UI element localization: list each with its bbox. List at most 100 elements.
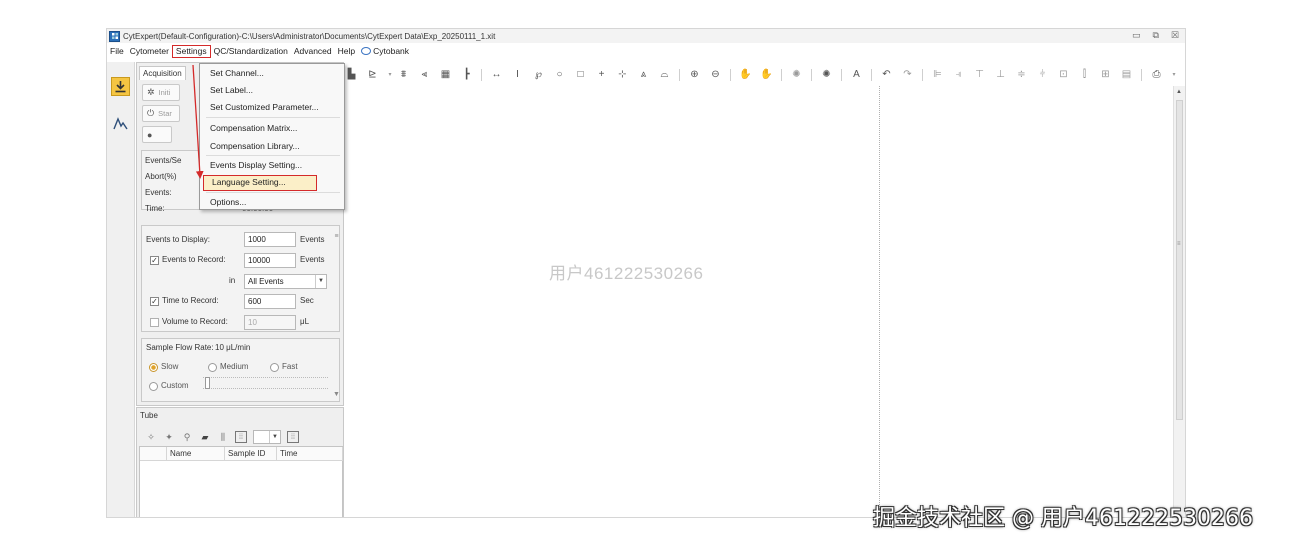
contour-plot-icon[interactable]: ⫷ xyxy=(418,69,431,82)
align-right-icon[interactable]: ⫣ xyxy=(952,69,965,82)
rate-medium-radio[interactable] xyxy=(208,363,217,372)
tube-settings-icon[interactable]: ⚲ xyxy=(181,431,193,443)
menu-settings[interactable]: Settings xyxy=(171,45,211,58)
events-to-display-input[interactable]: 1000 xyxy=(244,232,296,247)
align-middle-icon[interactable]: ⫩ xyxy=(1036,69,1049,82)
quadrant-gate-icon[interactable]: + xyxy=(595,69,608,82)
distribute-horizontal-icon[interactable]: ⊡ xyxy=(1057,69,1070,82)
watermark-text: 用户461222530266 xyxy=(549,264,704,283)
panel-scroll-grip-icon[interactable]: ≡ xyxy=(332,233,341,240)
hinged-quadrant-icon[interactable]: ⊹ xyxy=(616,69,629,82)
power-icon: ⏻ xyxy=(147,108,155,118)
distribute-vertical-icon[interactable]: ⫿ xyxy=(1078,69,1091,82)
time-to-record-checkbox[interactable]: ✓ xyxy=(150,297,159,306)
menu-item-options[interactable]: Options... xyxy=(201,194,343,210)
volume-to-record-input[interactable]: 10 xyxy=(244,315,296,330)
column-header-name[interactable]: Name xyxy=(167,447,225,461)
grid-layout-icon[interactable]: ⊞ xyxy=(1099,69,1112,82)
ellipse-gate-icon[interactable]: ○ xyxy=(553,69,566,82)
menu-item-compensation-library[interactable]: Compensation Library... xyxy=(201,138,343,154)
events-to-record-input[interactable]: 10000 xyxy=(244,253,296,268)
density-plot-icon[interactable]: ⩩ xyxy=(397,69,410,82)
chevron-down-icon[interactable]: ▾ xyxy=(387,69,393,82)
polygon-gate-icon[interactable]: ℘ xyxy=(532,69,545,82)
freehand-gate-icon[interactable]: ⌓ xyxy=(658,69,671,82)
plate-layout-icon[interactable]: ⁞⁞ xyxy=(287,431,299,443)
statistics-table-icon[interactable]: ▦ xyxy=(439,69,452,82)
restore-button[interactable]: ⧉ xyxy=(1152,30,1158,41)
menu-cytometer[interactable]: Cytometer xyxy=(127,45,172,58)
chevron-down-icon: ▼ xyxy=(269,431,280,443)
volume-to-record-checkbox[interactable] xyxy=(150,318,159,327)
align-left-icon[interactable]: ⊫ xyxy=(931,69,944,82)
rate-fast-radio[interactable] xyxy=(270,363,279,372)
menu-qc-standardization[interactable]: QC/Standardization xyxy=(211,45,291,58)
rate-custom-radio[interactable] xyxy=(149,382,158,391)
startup-button[interactable]: ⏻ Star xyxy=(142,105,180,122)
pan-reset-icon[interactable]: ✋ xyxy=(760,69,773,82)
rate-slow-radio[interactable] xyxy=(149,363,158,372)
chart-icon[interactable]: ⫼ xyxy=(217,431,229,443)
scale-icon[interactable]: ✺ xyxy=(790,69,803,82)
plate-grid-icon[interactable]: ⁞⁞ xyxy=(235,431,247,443)
auto-scale-icon[interactable]: ✺ xyxy=(820,69,833,82)
rectangle-gate-icon[interactable]: □ xyxy=(574,69,587,82)
menu-item-set-label[interactable]: Set Label... xyxy=(201,82,343,98)
flow-rate-slider-thumb[interactable] xyxy=(205,377,210,389)
menu-item-compensation-matrix[interactable]: Compensation Matrix... xyxy=(201,120,343,136)
chevron-down-icon[interactable]: ▾ xyxy=(1171,69,1177,82)
menu-item-set-channel[interactable]: Set Channel... xyxy=(201,65,343,81)
acquisition-mode-button[interactable] xyxy=(111,77,130,96)
add-tube-icon[interactable]: ✦ xyxy=(163,431,175,443)
print-icon[interactable]: ⎙ xyxy=(1150,69,1163,82)
menu-item-set-customized-parameter[interactable]: Set Customized Parameter... xyxy=(201,99,343,115)
dot-plot-icon[interactable]: ⊵ xyxy=(366,69,379,82)
line-gate-icon[interactable]: ↔ xyxy=(490,69,503,82)
column-header-sample-id[interactable]: Sample ID xyxy=(225,447,277,461)
align-bottom-icon[interactable]: ⊥ xyxy=(994,69,1007,82)
tube-select[interactable]: ▼ xyxy=(253,430,281,444)
vertical-scrollbar[interactable]: ▲ ≡ xyxy=(1173,86,1185,517)
toolbar-separator xyxy=(811,69,812,81)
align-center-icon[interactable]: ≑ xyxy=(1015,69,1028,82)
font-icon[interactable]: A xyxy=(850,69,863,82)
worksheet-canvas[interactable] xyxy=(345,86,1178,517)
time-to-record-input[interactable]: 600 xyxy=(244,294,296,309)
minimize-button[interactable]: ▭ xyxy=(1132,30,1141,41)
auto-gate-icon[interactable]: ⩓ xyxy=(637,69,650,82)
stop-icon: ● xyxy=(147,129,153,140)
menu-item-language-setting[interactable]: Language Setting... xyxy=(203,175,317,191)
pan-hand-icon[interactable]: ✋ xyxy=(739,69,752,82)
align-top-icon[interactable]: ⊤ xyxy=(973,69,986,82)
menu-cytobank[interactable]: Cytobank xyxy=(358,45,412,58)
panel-scroll-down-icon[interactable]: ▼ xyxy=(332,391,341,398)
hierarchy-icon[interactable]: ┣ xyxy=(460,69,473,82)
undo-icon[interactable]: ↶ xyxy=(880,69,893,82)
redo-icon[interactable]: ↷ xyxy=(901,69,914,82)
gate-select[interactable]: All Events ▼ xyxy=(244,274,327,289)
text-tool-icon[interactable]: I xyxy=(511,69,524,82)
layout-icon[interactable]: ▤ xyxy=(1120,69,1133,82)
scrollbar-thumb[interactable] xyxy=(1176,100,1183,420)
menu-advanced[interactable]: Advanced xyxy=(291,45,335,58)
initialize-button[interactable]: ✲ Initi xyxy=(142,84,180,101)
acquisition-tab[interactable]: Acquisition xyxy=(139,66,186,80)
analysis-mode-button[interactable] xyxy=(111,114,130,133)
open-folder-icon[interactable]: ▰ xyxy=(199,431,211,443)
zoom-out-icon[interactable]: ⊖ xyxy=(709,69,722,82)
scroll-up-icon[interactable]: ▲ xyxy=(1176,89,1182,95)
menu-cytobank-label: Cytobank xyxy=(373,46,410,56)
new-tube-icon[interactable]: ✧ xyxy=(145,431,157,443)
histogram-icon[interactable]: ▙ xyxy=(345,69,358,82)
menu-help[interactable]: Help xyxy=(335,45,358,58)
menu-item-events-display-setting[interactable]: Events Display Setting... xyxy=(201,157,343,173)
menu-file[interactable]: File xyxy=(107,45,127,58)
column-header-time[interactable]: Time xyxy=(277,447,343,461)
flow-rate-slider[interactable] xyxy=(203,377,328,389)
close-button[interactable]: ☒ xyxy=(1171,30,1179,41)
cytexpert-window: CytExpert(Default-Configuration)-C:\User… xyxy=(106,28,1186,518)
events-to-record-checkbox[interactable]: ✓ xyxy=(150,256,159,265)
stop-button[interactable]: ● xyxy=(142,126,172,143)
zoom-in-icon[interactable]: ⊕ xyxy=(688,69,701,82)
sample-flow-rate-value: 10 μL/min xyxy=(215,343,251,352)
